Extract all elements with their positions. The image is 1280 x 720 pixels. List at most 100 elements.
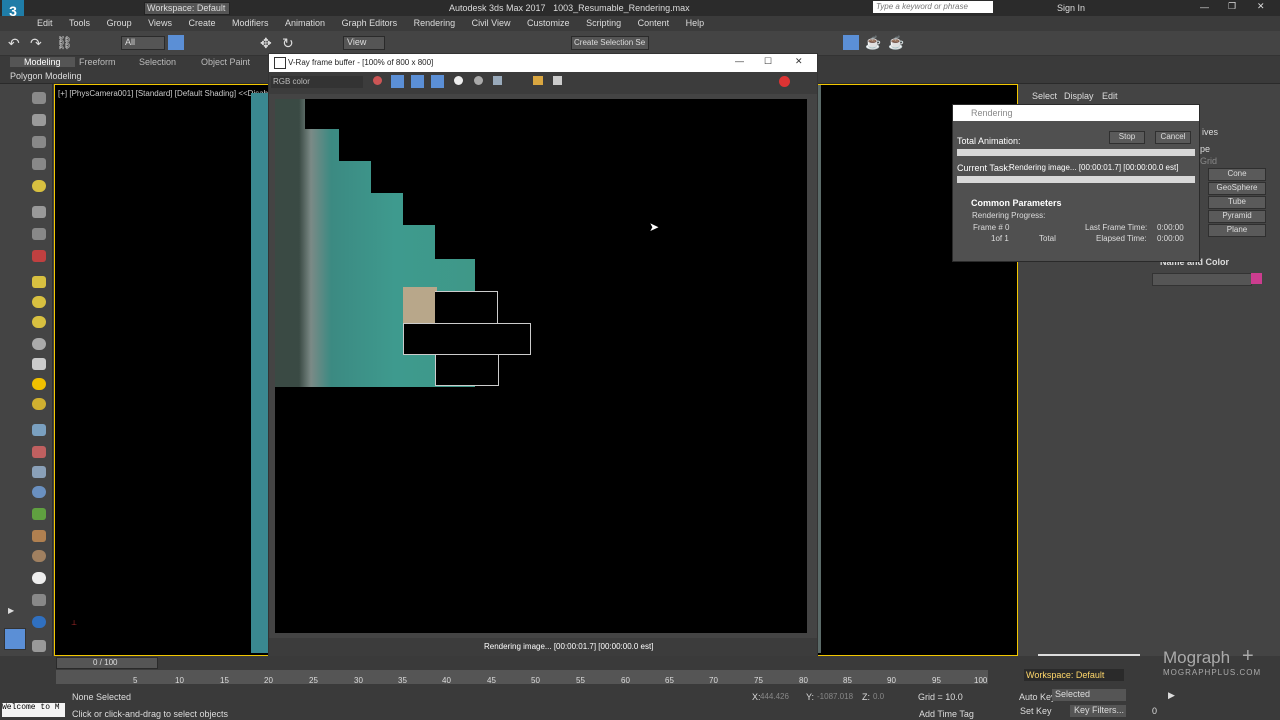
- plane-icon[interactable]: [32, 276, 46, 288]
- blue-sphere-icon[interactable]: [32, 616, 46, 628]
- teapot-icon[interactable]: [32, 92, 46, 104]
- stop-render-icon[interactable]: [779, 76, 790, 87]
- link-icon[interactable]: ⛓: [56, 35, 73, 51]
- dropper-icon[interactable]: [32, 594, 46, 606]
- tab-modeling[interactable]: Modeling: [10, 57, 75, 67]
- polygon-modeling-label[interactable]: Polygon Modeling: [10, 71, 82, 81]
- x-coordinate[interactable]: 444.426: [760, 692, 789, 701]
- object-color-swatch[interactable]: [1251, 273, 1262, 284]
- menu-animation[interactable]: Animation: [285, 16, 325, 31]
- close-icon[interactable]: ✕: [1257, 1, 1265, 12]
- common-parameters-header[interactable]: Common Parameters: [971, 198, 1062, 208]
- tab-object-paint[interactable]: Object Paint: [201, 57, 250, 67]
- cone-icon[interactable]: [32, 358, 46, 370]
- z-coordinate[interactable]: 0.0: [873, 692, 884, 701]
- maxscript-listener[interactable]: Welcome to M: [2, 703, 65, 717]
- name-field[interactable]: [1152, 273, 1252, 286]
- menu-civil-view[interactable]: Civil View: [472, 16, 511, 31]
- sign-in-link[interactable]: Sign In: [1057, 3, 1085, 13]
- pyramid-button[interactable]: Pyramid: [1208, 210, 1266, 223]
- channel-dropdown[interactable]: RGB color: [271, 76, 363, 88]
- geosphere-button[interactable]: GeoSphere: [1208, 182, 1266, 195]
- expand-arrow-icon[interactable]: ▶: [8, 606, 14, 615]
- named-selection-dropdown[interactable]: Create Selection Se: [571, 36, 649, 50]
- menu-group[interactable]: Group: [107, 16, 132, 31]
- clear-image-icon[interactable]: [553, 76, 562, 85]
- tab-edit[interactable]: Edit: [1102, 91, 1118, 101]
- box-icon[interactable]: [32, 114, 46, 126]
- menu-edit[interactable]: Edit: [37, 16, 53, 31]
- mono-icon[interactable]: [474, 76, 483, 85]
- red-channel-icon[interactable]: [391, 75, 404, 88]
- key-mode-dropdown[interactable]: Selected: [1052, 689, 1126, 701]
- cone-button[interactable]: Cone: [1208, 168, 1266, 181]
- cancel-button[interactable]: Cancel: [1155, 131, 1191, 144]
- rope-icon[interactable]: [32, 550, 46, 562]
- workspace-corner-label[interactable]: Workspace: Default: [1024, 669, 1124, 681]
- sun-icon[interactable]: [32, 378, 46, 390]
- tab-select[interactable]: Select: [1032, 91, 1057, 101]
- plane-button[interactable]: Plane: [1208, 224, 1266, 237]
- menu-tools[interactable]: Tools: [69, 16, 90, 31]
- omni-light-icon[interactable]: [32, 398, 46, 410]
- render-frame-icon[interactable]: ☕: [865, 35, 881, 51]
- menu-customize[interactable]: Customize: [527, 16, 570, 31]
- tab-selection[interactable]: Selection: [139, 57, 176, 67]
- vfb-maximize-icon[interactable]: ☐: [764, 56, 772, 67]
- doc-icon[interactable]: [32, 640, 46, 652]
- auto-key-button[interactable]: Auto Key: [1019, 692, 1056, 702]
- list-icon[interactable]: [32, 136, 46, 148]
- globe-icon[interactable]: [32, 486, 46, 498]
- y-coordinate[interactable]: -1087.018: [817, 692, 853, 701]
- menu-graph-editors[interactable]: Graph Editors: [342, 16, 398, 31]
- vfb-close-icon[interactable]: ✕: [795, 56, 803, 67]
- hammer-icon[interactable]: [32, 530, 46, 542]
- stop-button[interactable]: Stop: [1109, 131, 1145, 144]
- menu-create[interactable]: Create: [188, 16, 215, 31]
- undo-icon[interactable]: ↶: [8, 35, 20, 52]
- render-setup-icon[interactable]: [843, 35, 859, 50]
- blue-channel-icon[interactable]: [431, 75, 444, 88]
- alpha-icon[interactable]: [454, 76, 463, 85]
- minimize-icon[interactable]: —: [1200, 2, 1209, 12]
- tab-display[interactable]: Display: [1064, 91, 1094, 101]
- helper-icon[interactable]: [32, 228, 46, 240]
- restore-icon[interactable]: ❐: [1228, 1, 1236, 12]
- menu-scripting[interactable]: Scripting: [586, 16, 621, 31]
- move-icon[interactable]: ✥: [260, 35, 272, 52]
- menu-modifiers[interactable]: Modifiers: [232, 16, 269, 31]
- particle-icon[interactable]: [32, 424, 46, 436]
- search-input[interactable]: Type a keyword or phrase: [873, 1, 993, 13]
- add-time-tag[interactable]: Add Time Tag: [919, 709, 974, 719]
- menu-content[interactable]: Content: [638, 16, 670, 31]
- vfb-minimize-icon[interactable]: —: [735, 56, 744, 66]
- character-icon[interactable]: [32, 466, 46, 478]
- set-key-button[interactable]: Set Key: [1020, 706, 1052, 716]
- key-filters-button[interactable]: Key Filters...: [1070, 705, 1126, 717]
- cylinder-icon[interactable]: [32, 296, 46, 308]
- select-object-icon[interactable]: [168, 35, 184, 50]
- menu-rendering[interactable]: Rendering: [414, 16, 456, 31]
- reference-coord-dropdown[interactable]: View: [343, 36, 385, 50]
- sphere-icon[interactable]: [32, 316, 46, 328]
- tube-button[interactable]: Tube: [1208, 196, 1266, 209]
- tab-freeform[interactable]: Freeform: [79, 57, 116, 67]
- frame-field[interactable]: 0: [1152, 706, 1157, 716]
- viewport-layout-icon[interactable]: [4, 628, 26, 650]
- green-channel-icon[interactable]: [411, 75, 424, 88]
- redo-icon[interactable]: ↷: [30, 35, 42, 52]
- white-sphere-icon[interactable]: [32, 572, 46, 584]
- track-bar[interactable]: 5 10 15 20 25 30 35 40 45 50 55 60 65 70…: [56, 670, 988, 685]
- tree-icon[interactable]: [32, 508, 46, 520]
- render-canvas[interactable]: [275, 99, 807, 633]
- camera-icon[interactable]: [32, 206, 46, 218]
- torus-icon[interactable]: [32, 338, 46, 350]
- rotate-icon[interactable]: ↻: [282, 35, 294, 52]
- save-image-icon[interactable]: [493, 76, 502, 85]
- rgb-icon[interactable]: [373, 76, 382, 85]
- light-icon[interactable]: [32, 180, 46, 192]
- menu-views[interactable]: Views: [148, 16, 172, 31]
- grid-icon[interactable]: [32, 158, 46, 170]
- paint-icon[interactable]: [32, 446, 46, 458]
- load-image-icon[interactable]: [533, 76, 543, 85]
